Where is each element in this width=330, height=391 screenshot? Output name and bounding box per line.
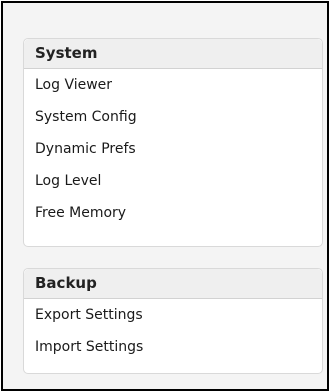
nav-item-free-memory[interactable]: Free Memory [24,197,322,229]
nav-item-import-settings[interactable]: Import Settings [24,331,322,363]
nav-item-log-viewer[interactable]: Log Viewer [24,69,322,101]
nav-item-dynamic-prefs[interactable]: Dynamic Prefs [24,133,322,165]
system-section-panel: System Log Viewer System Config Dynamic … [23,38,323,247]
admin-nav-frame: System Log Viewer System Config Dynamic … [1,1,329,391]
backup-section-header: Backup [24,269,322,299]
nav-item-log-level[interactable]: Log Level [24,165,322,197]
system-section-header: System [24,39,322,69]
nav-item-system-config[interactable]: System Config [24,101,322,133]
nav-item-export-settings[interactable]: Export Settings [24,299,322,331]
backup-section-panel: Backup Export Settings Import Settings [23,268,323,374]
